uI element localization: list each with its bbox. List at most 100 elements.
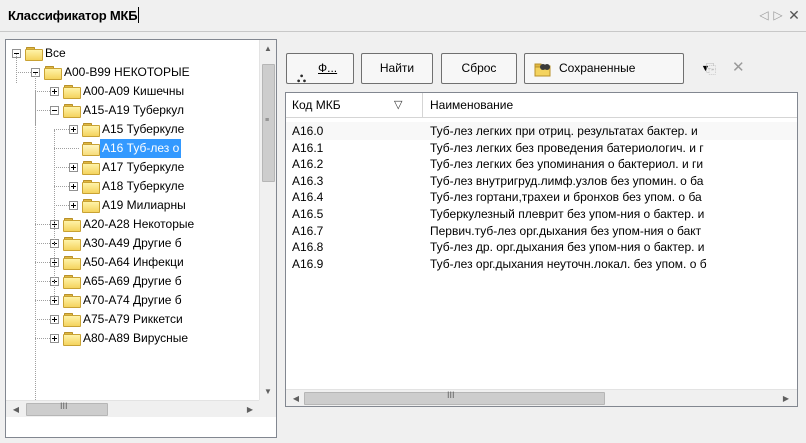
expand-plus-icon[interactable] xyxy=(69,125,78,134)
tree-connector xyxy=(35,300,50,301)
tree-item-label: A17 Туберкуле xyxy=(102,160,185,174)
codes-grid[interactable]: Код МКБ ▽ Наименование A16.0 Туб-лез легк… xyxy=(285,92,798,407)
triangle-left-icon[interactable]: ◁ xyxy=(758,7,770,23)
tree-item-label: A00-B99 НЕКОТОРЫЕ xyxy=(64,65,190,79)
grid-header: Код МКБ ▽ Наименование xyxy=(286,93,797,118)
tree-item[interactable]: Все xyxy=(6,44,261,63)
tree-item[interactable]: A16 Туб-лез о xyxy=(6,139,261,158)
expand-plus-icon[interactable] xyxy=(69,201,78,210)
tree-guide-line xyxy=(54,130,55,300)
tree-guide-line xyxy=(35,92,36,400)
expand-plus-icon[interactable] xyxy=(50,315,59,324)
cell-name: Туб-лез др. орг.дыхания без упом-ния о б… xyxy=(430,240,705,255)
grid-horizontal-scrollbar[interactable]: ◀ III ▶ xyxy=(286,389,797,406)
tree-item[interactable]: A70-A74 Другие б xyxy=(6,291,261,310)
tree-item[interactable]: A18 Туберкуле xyxy=(6,177,261,196)
tree-connector xyxy=(54,167,69,168)
tree-vertical-scrollbar[interactable]: ▲ ≡ ▼ xyxy=(259,40,276,400)
column-header-code[interactable]: Код МКБ ▽ xyxy=(286,93,423,117)
tree-item-label: A65-A69 Другие б xyxy=(83,274,182,288)
text-caret xyxy=(138,7,140,23)
cell-code: A16.2 xyxy=(292,157,324,172)
tree-horizontal-scrollbar[interactable]: ◀ III ▶ xyxy=(6,400,259,417)
expand-plus-icon[interactable] xyxy=(50,334,59,343)
scroll-right-arrow-icon[interactable]: ▶ xyxy=(242,401,258,418)
collapse-minus-icon[interactable] xyxy=(50,106,59,115)
table-row[interactable]: A16.4 Туб-лез гортани,трахеи и бронхов бе… xyxy=(286,188,797,206)
folder-icon xyxy=(63,275,81,289)
reset-button[interactable]: Сброс xyxy=(441,53,517,84)
tree-item-label: A15-A19 Туберкул xyxy=(83,103,185,117)
tree-content: Все A00-B99 НЕКОТОРЫЕ A00-A09 Кишечны A15-A… xyxy=(6,40,261,400)
expand-plus-icon[interactable] xyxy=(50,87,59,96)
close-button[interactable]: ✕ xyxy=(788,7,800,23)
expand-plus-icon[interactable] xyxy=(69,163,78,172)
scroll-down-arrow-icon[interactable]: ▼ xyxy=(260,383,276,400)
tree-item-label: A75-A79 Риккетси xyxy=(83,312,183,326)
folder-icon xyxy=(82,180,100,194)
close-icon[interactable]: ✕ xyxy=(732,58,745,76)
folder-icon xyxy=(63,313,81,327)
table-row[interactable]: A16.3 Туб-лез внутригруд.лимф.узлов без у… xyxy=(286,172,797,190)
find-filter-button[interactable]: ⛬ Ф... xyxy=(286,53,354,85)
tree-item-label: A20-A28 Некоторые xyxy=(83,217,195,231)
table-row[interactable]: A16.8 Туб-лез др. орг.дыхания без упом-ни… xyxy=(286,238,797,256)
tree-connector xyxy=(35,224,50,225)
tree-item-label: A00-A09 Кишечны xyxy=(83,84,185,98)
tree-connector xyxy=(54,129,69,130)
table-row[interactable]: A16.2 Туб-лез легких без упоминания о бак… xyxy=(286,155,797,173)
cell-code: A16.9 xyxy=(292,256,324,271)
cell-name: Туберкулезный плеврит без упом-ния о бак… xyxy=(430,207,705,221)
tree-connector xyxy=(54,148,79,149)
tree-item[interactable]: A50-A64 Инфекци xyxy=(6,253,261,272)
triangle-right-icon[interactable]: ▷ xyxy=(772,7,784,23)
table-row[interactable]: A16.1 Туб-лез легких без проведения батер… xyxy=(286,139,797,157)
table-row[interactable]: A16.7 Первич.туб-лез орг.дыхания без упом… xyxy=(286,222,797,240)
scroll-left-arrow-icon[interactable]: ◀ xyxy=(288,390,304,406)
expand-plus-icon[interactable] xyxy=(69,182,78,191)
tree-connector xyxy=(35,262,50,263)
tree-connector xyxy=(16,72,31,73)
tree-item-label: A15 Туберкуле xyxy=(102,122,185,136)
tree-item-label: A16 Туб-лез о xyxy=(100,139,182,158)
scroll-left-arrow-icon[interactable]: ◀ xyxy=(8,401,24,418)
saved-searches-dropdown[interactable]: Сохраненные ▼ xyxy=(524,53,710,84)
find-button[interactable]: Найти xyxy=(361,53,433,84)
folder-icon xyxy=(63,85,81,99)
folder-icon xyxy=(63,332,81,346)
icd-classifier-window: Классификатор МКБ ◁ ▷ ✕ Все A00-B99 НЕКОТ… xyxy=(0,0,806,443)
scroll-grip: III xyxy=(447,390,455,400)
copy-icon[interactable]: ⎘ xyxy=(706,61,722,77)
tree-item[interactable]: A19 Милиарны xyxy=(6,196,261,215)
category-tree[interactable]: Все A00-B99 НЕКОТОРЫЕ A00-A09 Кишечны A15-A… xyxy=(5,39,277,438)
column-header-name[interactable]: Наименование xyxy=(424,93,797,117)
grid-horizontal-scroll-thumb[interactable]: III xyxy=(304,390,605,405)
sort-down-icon[interactable]: ▽ xyxy=(394,93,402,117)
tree-item[interactable]: A30-A49 Другие б xyxy=(6,234,261,253)
tree-item[interactable]: A15-A19 Туберкул xyxy=(6,101,261,120)
tree-vertical-scroll-thumb[interactable]: ≡ xyxy=(262,64,275,182)
tree-item[interactable]: A17 Туберкуле xyxy=(6,158,261,177)
tree-item[interactable]: A15 Туберкуле xyxy=(6,120,261,139)
cell-code: A16.7 xyxy=(292,223,324,238)
table-row[interactable]: A16.9 Туб-лез орг.дыхания неуточн.локал. … xyxy=(286,255,797,273)
scrollbar-corner xyxy=(259,400,276,417)
tree-item[interactable]: A75-A79 Риккетси xyxy=(6,310,261,329)
tree-item[interactable]: A80-A89 Вирусные xyxy=(6,329,261,348)
scroll-up-arrow-icon[interactable]: ▲ xyxy=(260,40,276,57)
tree-item[interactable]: A20-A28 Некоторые xyxy=(6,215,261,234)
table-row[interactable]: A16.5 Туберкулезный плеврит без упом-ния … xyxy=(286,205,797,223)
tree-item[interactable]: A00-B99 НЕКОТОРЫЕ xyxy=(6,63,261,82)
table-row[interactable]: A16.0 Туб-лез легких при отриц. результат… xyxy=(286,122,797,140)
tree-horizontal-scroll-thumb[interactable]: III xyxy=(26,401,108,416)
window-title: Классификатор МКБ xyxy=(8,7,140,23)
folder-icon xyxy=(82,199,100,213)
tree-item[interactable]: A65-A69 Другие б xyxy=(6,272,261,291)
binoculars-icon: ⛬ xyxy=(297,70,307,85)
scroll-right-arrow-icon[interactable]: ▶ xyxy=(778,390,794,406)
tree-item-label: A70-A74 Другие б xyxy=(83,293,182,307)
tree-item-label: A80-A89 Вирусные xyxy=(83,331,189,345)
tree-item-label: A30-A49 Другие б xyxy=(83,236,182,250)
tree-item-label: A18 Туберкуле xyxy=(102,179,185,193)
tree-item[interactable]: A00-A09 Кишечны xyxy=(6,82,261,101)
